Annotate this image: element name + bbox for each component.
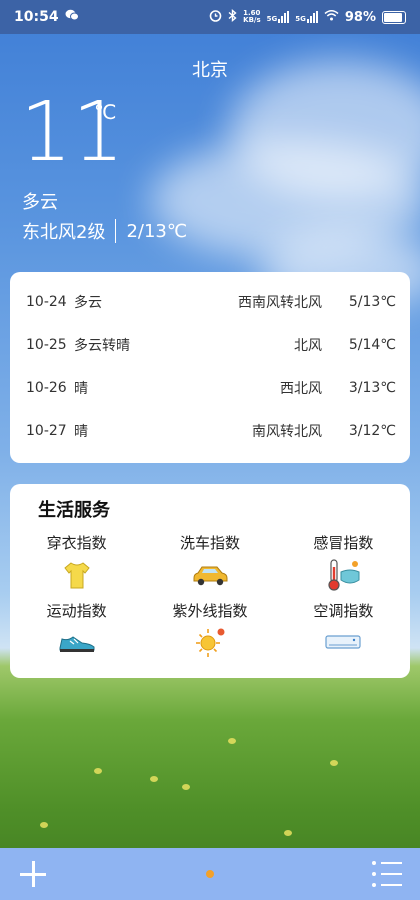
forecast-range: 3/13℃: [348, 379, 396, 396]
life-item-uv[interactable]: 紫外线指数: [143, 600, 276, 666]
life-item-sports[interactable]: 运动指数: [10, 600, 143, 666]
plus-icon[interactable]: [18, 859, 48, 889]
forecast-weather: 多云: [74, 294, 102, 311]
divider: [115, 219, 117, 243]
life-services-title: 生活服务: [38, 500, 110, 521]
sun-icon: [193, 626, 227, 660]
sneaker-icon: [58, 626, 96, 660]
forecast-wind: 西南风转北风: [238, 294, 322, 311]
alarm-icon: [209, 9, 222, 26]
thermometer-mask-icon: [323, 558, 363, 592]
forecast-row: 10-27 晴 南风转北风 3/12℃: [26, 409, 396, 452]
forecast-date: 10-24: [26, 293, 67, 310]
life-item-label: 运动指数: [46, 602, 107, 620]
battery-text: 98%: [344, 9, 376, 25]
life-item-label: 穿衣指数: [46, 534, 107, 552]
life-item-label: 感冒指数: [313, 534, 374, 552]
page-indicator: [206, 870, 214, 878]
car-icon: [191, 558, 229, 592]
status-time: 10:54: [14, 9, 59, 25]
current-range: 2/13℃: [126, 220, 188, 242]
current-wind: 东北风2级: [22, 222, 106, 243]
forecast-card: 10-24 多云 西南风转北风 5/13℃ 10-25 多云转晴 北风 5/14…: [10, 272, 410, 463]
forecast-range: 3/12℃: [348, 422, 396, 439]
signal-icon: 5G: [267, 11, 290, 23]
forecast-date: 10-25: [26, 336, 67, 353]
forecast-wind: 南风转北风: [252, 423, 322, 440]
current-weather: 多云: [22, 192, 58, 213]
wifi-icon: [324, 9, 339, 25]
forecast-wind: 北风: [294, 337, 322, 354]
forecast-row: 10-24 多云 西南风转北风 5/13℃: [26, 280, 396, 323]
forecast-wind: 西北风: [280, 380, 322, 397]
forecast-range: 5/14℃: [348, 336, 396, 353]
life-item-cold[interactable]: 感冒指数: [277, 532, 410, 598]
life-services-card: 生活服务 穿衣指数 洗车指数 感冒指数 运动指数 紫外线指数 空调指数: [10, 484, 410, 678]
status-bar: 10:54 1.60 KB/s 5G 5G 98%: [0, 0, 420, 34]
city-name[interactable]: 北京: [0, 56, 420, 82]
forecast-date: 10-26: [26, 379, 67, 396]
forecast-weather: 晴: [74, 380, 88, 397]
battery-icon: [382, 10, 406, 24]
tshirt-icon: [62, 558, 92, 592]
air-conditioner-icon: [325, 626, 361, 660]
list-menu-icon[interactable]: [372, 861, 402, 887]
life-item-label: 紫外线指数: [172, 602, 248, 620]
life-item-aircon[interactable]: 空调指数: [277, 600, 410, 666]
current-wind-row: 东北风2级 2/13℃: [22, 218, 187, 244]
signal-icon-2: 5G: [295, 11, 318, 23]
life-item-carwash[interactable]: 洗车指数: [143, 532, 276, 598]
forecast-range: 5/13℃: [348, 293, 396, 310]
forecast-row: 10-26 晴 西北风 3/13℃: [26, 366, 396, 409]
forecast-row: 10-25 多云转晴 北风 5/14℃: [26, 323, 396, 366]
wechat-icon: [65, 9, 79, 25]
life-item-label: 洗车指数: [179, 534, 240, 552]
life-item-clothing[interactable]: 穿衣指数: [10, 532, 143, 598]
bottom-bar: [0, 848, 420, 900]
bluetooth-icon: [228, 8, 237, 26]
forecast-date: 10-27: [26, 422, 67, 439]
temperature-unit: ℃: [94, 100, 117, 124]
forecast-weather: 晴: [74, 423, 88, 440]
forecast-weather: 多云转晴: [74, 337, 130, 354]
net-speed: 1.60 KB/s: [243, 9, 261, 24]
life-item-label: 空调指数: [313, 602, 374, 620]
